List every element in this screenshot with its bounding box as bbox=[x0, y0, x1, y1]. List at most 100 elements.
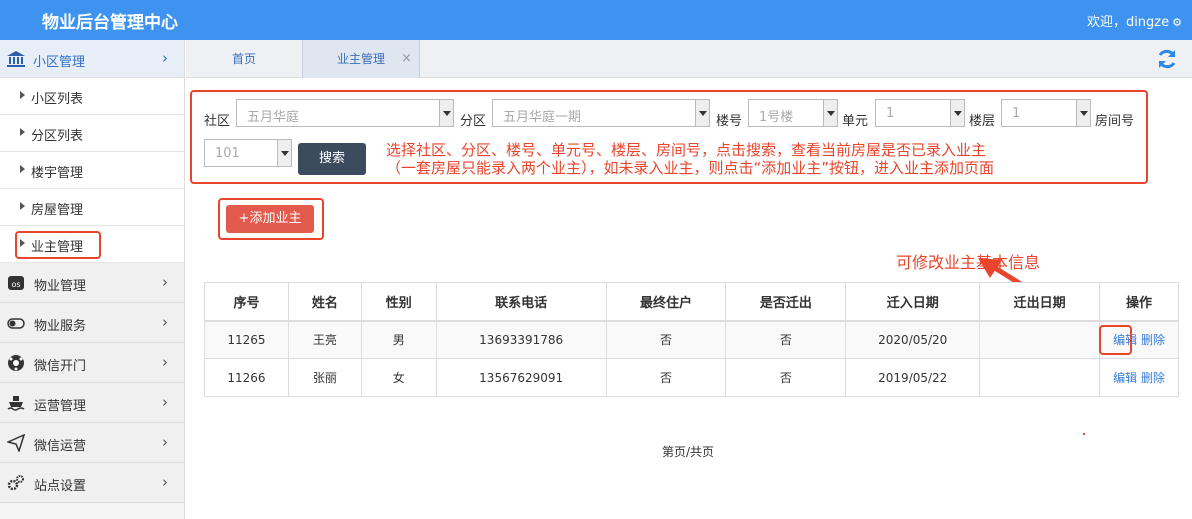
chevron-right-icon: › bbox=[162, 313, 168, 331]
select-value: 101 bbox=[215, 146, 240, 161]
select-value: 1号楼 bbox=[759, 110, 794, 125]
unit-label: 单元 bbox=[842, 114, 869, 129]
building-select[interactable]: 1号楼 bbox=[748, 99, 838, 127]
sidebar-owner-highlight bbox=[15, 231, 101, 259]
add-owner-button[interactable]: +添加业主 bbox=[226, 205, 314, 233]
sidebar-item-label: 房屋管理 bbox=[31, 203, 84, 218]
table-row: 11265 王亮 男 13693391786 否 否 2020/05/20 编辑… bbox=[204, 320, 1179, 359]
cell-move-in-date: 2020/05/20 bbox=[845, 320, 981, 359]
cell-move-out-date bbox=[979, 320, 1101, 359]
col-header: 是否迁出 bbox=[725, 282, 847, 322]
cell-final-resident: 否 bbox=[605, 320, 727, 359]
tab-bar: 首页 业主管理 × bbox=[186, 40, 1192, 78]
table-row: 11266 张丽 女 13567629091 否 否 2019/05/22 编辑… bbox=[204, 358, 1179, 397]
delete-link[interactable]: 删除 bbox=[1141, 333, 1165, 347]
edit-link[interactable]: 编辑 bbox=[1113, 371, 1137, 385]
refresh-icon[interactable] bbox=[1156, 48, 1178, 70]
col-header: 迁入日期 bbox=[845, 282, 981, 322]
soccer-ball-icon bbox=[8, 355, 24, 371]
chevron-right-icon: › bbox=[162, 273, 168, 291]
sidebar-item-house[interactable]: 房屋管理 bbox=[0, 189, 184, 226]
tab-owner-management[interactable]: 业主管理 × bbox=[302, 40, 420, 78]
unit-select[interactable]: 1 bbox=[875, 99, 965, 127]
sidebar: 小区管理 › 小区列表 分区列表 楼宇管理 房屋管理 业主管理 os 物业管理 ›… bbox=[0, 40, 185, 519]
app-title: 物业后台管理中心 bbox=[42, 13, 178, 33]
room-label: 房间号 bbox=[1095, 114, 1135, 129]
dropdown-arrow-icon bbox=[823, 100, 837, 126]
sidebar-item-wechat-door[interactable]: 微信开门 › bbox=[0, 343, 184, 383]
sidebar-item-wechat-operation[interactable]: 微信运营 › bbox=[0, 423, 184, 463]
sidebar-item-label: 小区列表 bbox=[31, 92, 84, 107]
cell-id: 11266 bbox=[204, 358, 289, 397]
user-welcome[interactable]: 欢迎，dingze ⚙ bbox=[1087, 11, 1182, 30]
sidebar-item-label: 站点设置 bbox=[34, 479, 87, 494]
col-header: 序号 bbox=[204, 282, 289, 322]
sidebar-item-label: 物业管理 bbox=[34, 279, 87, 294]
owner-table: 序号 姓名 性别 联系电话 最终住户 是否迁出 迁入日期 迁出日期 操作 112… bbox=[204, 282, 1179, 397]
caret-right-icon bbox=[20, 91, 25, 99]
dropdown-arrow-icon bbox=[1076, 100, 1090, 126]
community-label: 社区 bbox=[204, 114, 231, 129]
sidebar-section-community[interactable]: 小区管理 › bbox=[0, 40, 184, 78]
room-select[interactable]: 101 bbox=[204, 139, 292, 167]
cell-move-in-date: 2019/05/22 bbox=[845, 358, 981, 397]
caret-right-icon bbox=[20, 128, 25, 136]
col-header: 迁出日期 bbox=[979, 282, 1101, 322]
sidebar-item-community-list[interactable]: 小区列表 bbox=[0, 78, 184, 115]
community-select[interactable]: 五月华庭 bbox=[236, 99, 454, 127]
sidebar-item-label: 微信开门 bbox=[34, 359, 87, 374]
sidebar-item-label: 运营管理 bbox=[34, 399, 87, 414]
search-button[interactable]: 搜索 bbox=[298, 143, 366, 175]
table-header-row: 序号 姓名 性别 联系电话 最终住户 是否迁出 迁入日期 迁出日期 操作 bbox=[204, 282, 1179, 322]
cell-name: 王亮 bbox=[287, 320, 362, 359]
chevron-right-icon: › bbox=[162, 393, 168, 411]
os-icon: os bbox=[8, 276, 24, 290]
dropdown-arrow-icon bbox=[950, 100, 964, 126]
cell-move-out-date bbox=[979, 358, 1101, 397]
sidebar-item-label: 分区列表 bbox=[31, 129, 84, 144]
cell-id: 11265 bbox=[204, 320, 289, 359]
close-icon[interactable]: × bbox=[401, 40, 412, 78]
delete-link[interactable]: 删除 bbox=[1141, 371, 1165, 385]
gear-icon[interactable]: ⚙ bbox=[1172, 16, 1182, 29]
chevron-right-icon: › bbox=[162, 49, 168, 67]
edit-link-highlight bbox=[1099, 325, 1132, 355]
tab-home[interactable]: 首页 bbox=[186, 40, 302, 78]
cell-phone: 13693391786 bbox=[435, 320, 607, 359]
select-value: 1 bbox=[886, 106, 895, 121]
sidebar-section-label: 小区管理 bbox=[33, 55, 86, 70]
caret-right-icon bbox=[20, 165, 25, 173]
cell-actions: 编辑 删除 bbox=[1099, 358, 1179, 397]
chevron-right-icon: › bbox=[162, 473, 168, 491]
instruction-note-line2: （一套房屋只能录入两个业主），如未录入业主，则点击“添加业主”按钮，进入业主添加… bbox=[386, 159, 995, 177]
col-header: 最终住户 bbox=[605, 282, 727, 322]
sidebar-item-site-settings[interactable]: 站点设置 › bbox=[0, 463, 184, 503]
col-header: 性别 bbox=[360, 282, 437, 322]
sidebar-item-label: 微信运营 bbox=[34, 439, 87, 454]
sidebar-item-building[interactable]: 楼宇管理 bbox=[0, 152, 184, 189]
cell-gender: 男 bbox=[360, 320, 437, 359]
select-value: 五月华庭 bbox=[247, 110, 300, 125]
ship-icon bbox=[7, 396, 25, 411]
cell-gender: 女 bbox=[360, 358, 437, 397]
chevron-right-icon: › bbox=[162, 433, 168, 451]
dropdown-arrow-icon bbox=[439, 100, 453, 126]
sidebar-item-label: 物业服务 bbox=[34, 319, 87, 334]
sidebar-item-district-list[interactable]: 分区列表 bbox=[0, 115, 184, 152]
cell-name: 张丽 bbox=[287, 358, 362, 397]
gears-icon bbox=[7, 475, 24, 491]
cell-moved-out: 否 bbox=[725, 320, 847, 359]
district-select[interactable]: 五月华庭一期 bbox=[492, 99, 710, 127]
floor-label: 楼层 bbox=[969, 114, 996, 129]
sidebar-item-property[interactable]: os 物业管理 › bbox=[0, 263, 184, 303]
dropdown-arrow-icon bbox=[695, 100, 709, 126]
top-bar: 物业后台管理中心 欢迎，dingze ⚙ bbox=[0, 0, 1192, 40]
floor-select[interactable]: 1 bbox=[1001, 99, 1091, 127]
sidebar-item-operation[interactable]: 运营管理 › bbox=[0, 383, 184, 423]
sidebar-item-service[interactable]: 物业服务 › bbox=[0, 303, 184, 343]
bank-icon bbox=[7, 51, 25, 67]
col-header: 操作 bbox=[1099, 282, 1179, 322]
building-label: 楼号 bbox=[716, 114, 743, 129]
select-value: 1 bbox=[1012, 106, 1021, 121]
sidebar-item-label: 楼宇管理 bbox=[31, 166, 84, 181]
